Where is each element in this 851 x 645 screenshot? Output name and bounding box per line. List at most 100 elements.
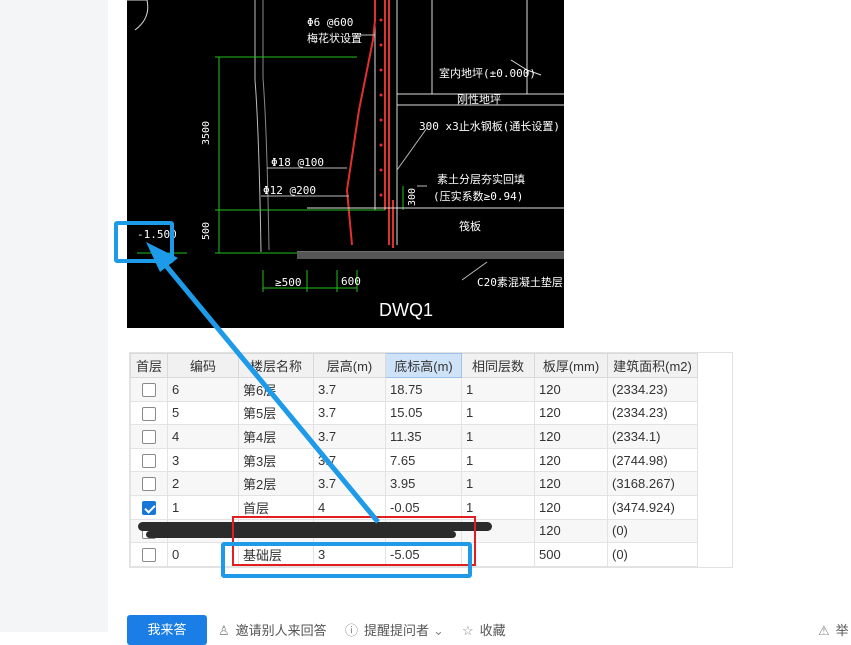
collect-label: 收藏 — [479, 623, 506, 638]
collect-link[interactable]: ☆ 收藏 — [462, 620, 506, 639]
blue-highlight-box-elevation — [114, 221, 174, 263]
cell-name[interactable]: 第2层 — [238, 471, 314, 496]
cad-drawing-image: Φ6 @600 梅花状设置 室内地坪(±0.000) 刚性地坪 300 x3止水… — [127, 0, 564, 328]
cell-name[interactable]: 第6层 — [238, 377, 314, 402]
checkbox[interactable] — [142, 453, 156, 468]
column-header: 楼层名称 — [238, 353, 314, 378]
cell-area[interactable]: (0) — [607, 542, 698, 567]
cell-code[interactable]: 1 — [167, 494, 239, 520]
cell-code[interactable]: 5 — [167, 400, 239, 426]
warning-icon: ⚠ — [818, 623, 830, 638]
cell-thick[interactable]: 120 — [534, 518, 608, 544]
cell-area[interactable]: (2334.23) — [607, 377, 698, 402]
cad-dimension: 300 — [407, 188, 418, 206]
cad-drawing-title: DWQ1 — [379, 300, 433, 320]
cad-label: Φ12 @200 — [263, 184, 316, 197]
cad-dimension: 600 — [341, 275, 361, 288]
cell-area[interactable]: (3474.924) — [607, 494, 698, 520]
invite-answer-label: 邀请别人来回答 — [235, 623, 327, 638]
table-header-row: 首层 编码 楼层名称 层高(m) 底标高(m) 相同层数 板厚(mm) 建筑面积… — [130, 353, 698, 378]
cell-thick[interactable]: 120 — [534, 494, 608, 520]
cell-height[interactable]: 3.7 — [313, 447, 386, 473]
cad-label: Φ6 @600 — [307, 16, 353, 29]
first-floor-checkbox-cell[interactable] — [130, 447, 168, 473]
cad-label: (压实系数≥0.94) — [433, 189, 523, 203]
cell-area[interactable]: (2334.23) — [607, 400, 698, 426]
cell-name[interactable]: 第4层 — [238, 424, 314, 449]
cell-code[interactable]: 3 — [167, 447, 239, 473]
cell-same[interactable]: 1 — [461, 447, 535, 473]
cell-thick[interactable]: 120 — [534, 377, 608, 402]
report-link[interactable]: ⚠ 举 — [818, 620, 849, 639]
first-floor-checkbox-cell[interactable] — [130, 400, 168, 426]
cad-label: Φ18 @100 — [271, 156, 324, 169]
cell-bottom[interactable]: 3.95 — [385, 471, 462, 496]
cell-thick[interactable]: 120 — [534, 447, 608, 473]
cad-dimension: 500 — [201, 222, 212, 240]
table-row[interactable]: 5 第5层 3.7 15.05 1 120 (2334.23) — [130, 400, 698, 426]
cell-code[interactable]: 2 — [167, 471, 239, 496]
cell-height[interactable]: 3.7 — [313, 471, 386, 496]
column-header: 相同层数 — [461, 353, 535, 378]
person-icon: ♙ — [218, 623, 230, 638]
cell-thick[interactable]: 120 — [534, 471, 608, 496]
first-floor-checkbox-cell[interactable] — [130, 542, 168, 567]
cell-height[interactable]: 3.7 — [313, 400, 386, 426]
column-header: 首层 — [130, 353, 168, 378]
column-header: 层高(m) — [313, 353, 386, 378]
cad-label: 刚性地坪 — [457, 92, 501, 106]
cad-dimension: ≥500 — [275, 276, 302, 289]
checkbox[interactable] — [142, 383, 156, 398]
cell-bottom[interactable]: 7.65 — [385, 447, 462, 473]
chevron-down-icon: ⌄ — [433, 623, 444, 638]
table-row[interactable]: 3 第3层 3.7 7.65 1 120 (2744.98) — [130, 447, 698, 473]
first-floor-checkbox-cell[interactable] — [130, 494, 168, 520]
cell-bottom[interactable]: 18.75 — [385, 377, 462, 402]
info-circle-icon: ⓘ — [345, 623, 359, 638]
checkbox[interactable] — [142, 548, 156, 563]
table-row[interactable]: 2 第2层 3.7 3.95 1 120 (3168.267) — [130, 471, 698, 496]
checkbox[interactable] — [142, 477, 156, 492]
invite-answer-link[interactable]: ♙ 邀请别人来回答 — [218, 620, 327, 639]
cell-thick[interactable]: 120 — [534, 400, 608, 426]
remind-asker-link[interactable]: ⓘ 提醒提问者 ⌄ — [345, 620, 450, 639]
cell-name[interactable]: 第5层 — [238, 400, 314, 426]
cell-code[interactable]: 6 — [167, 377, 239, 402]
remind-asker-label: 提醒提问者 — [364, 623, 430, 638]
checkbox-checked[interactable] — [142, 501, 156, 516]
left-gutter — [0, 0, 108, 632]
cell-height[interactable]: 3.7 — [313, 424, 386, 449]
table-row[interactable]: 4 第4层 3.7 11.35 1 120 (2334.1) — [130, 424, 698, 449]
cell-same[interactable]: 1 — [461, 400, 535, 426]
first-floor-checkbox-cell[interactable] — [130, 424, 168, 449]
cad-label: 300 x3止水钢板(通长设置) — [419, 119, 560, 133]
cad-label: 筏板 — [459, 219, 481, 233]
cad-label: 室内地坪(±0.000) — [439, 66, 536, 80]
first-floor-checkbox-cell[interactable] — [130, 377, 168, 402]
cad-label: C20素混凝土垫层 — [477, 275, 563, 289]
cell-area[interactable]: (0) — [607, 518, 698, 544]
table-row[interactable]: 6 第6层 3.7 18.75 1 120 (2334.23) — [130, 377, 698, 402]
cell-area[interactable]: (2334.1) — [607, 424, 698, 449]
cad-label: 梅花状设置 — [307, 31, 362, 45]
cell-area[interactable]: (2744.98) — [607, 447, 698, 473]
cell-thick[interactable]: 500 — [534, 542, 608, 567]
cell-height[interactable]: 3.7 — [313, 377, 386, 402]
checkbox[interactable] — [142, 406, 156, 421]
cell-bottom[interactable]: 11.35 — [385, 424, 462, 449]
cell-bottom[interactable]: 15.05 — [385, 400, 462, 426]
first-floor-checkbox-cell[interactable] — [130, 471, 168, 496]
cell-code[interactable]: 4 — [167, 424, 239, 449]
cell-same[interactable]: 1 — [461, 377, 535, 402]
cell-same[interactable]: 1 — [461, 471, 535, 496]
cell-area[interactable]: (3168.267) — [607, 471, 698, 496]
cad-dimension: 3500 — [201, 121, 212, 145]
answer-button[interactable]: 我来答 — [127, 615, 207, 645]
cell-same[interactable]: 1 — [461, 424, 535, 449]
checkbox[interactable] — [142, 430, 156, 445]
star-icon: ☆ — [462, 623, 474, 638]
column-header: 板厚(mm) — [534, 353, 608, 378]
cell-name[interactable]: 第3层 — [238, 447, 314, 473]
column-header: 编码 — [167, 353, 239, 378]
cell-thick[interactable]: 120 — [534, 424, 608, 449]
